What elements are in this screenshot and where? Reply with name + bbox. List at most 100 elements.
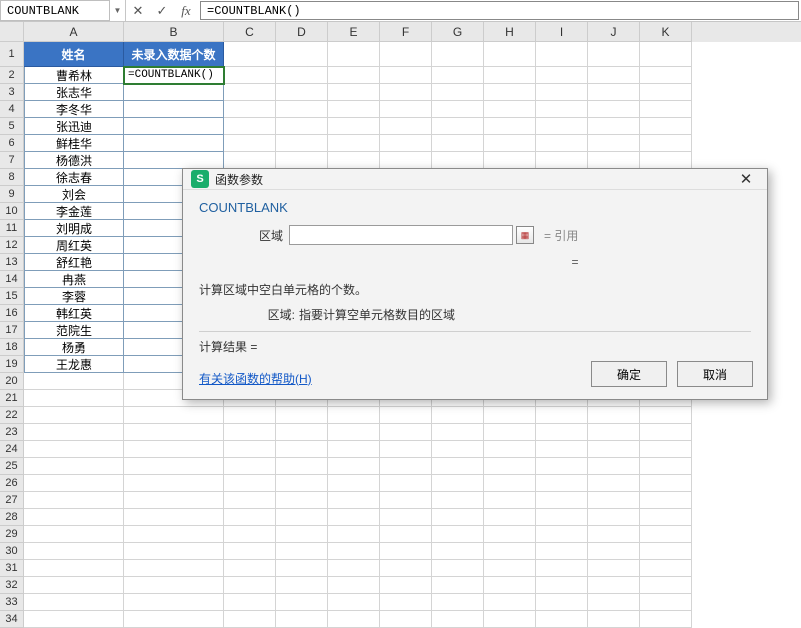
cell[interactable] [328,135,380,152]
cell[interactable] [276,67,328,84]
cell[interactable] [588,118,640,135]
name-box[interactable]: COUNTBLANK [0,0,110,21]
cell[interactable] [276,509,328,526]
column-header[interactable]: E [328,22,380,42]
cell[interactable] [484,67,536,84]
cell[interactable] [328,441,380,458]
cell[interactable]: 韩红英 [24,305,124,322]
cell[interactable] [536,543,588,560]
row-header[interactable]: 7 [0,152,24,169]
cell[interactable] [24,492,124,509]
column-header[interactable]: H [484,22,536,42]
row-header[interactable]: 31 [0,560,24,577]
cell[interactable] [380,135,432,152]
cell[interactable] [640,152,692,169]
cell[interactable] [640,611,692,628]
cell[interactable] [276,492,328,509]
row-header[interactable]: 33 [0,594,24,611]
row-header[interactable]: 20 [0,373,24,390]
cell[interactable] [432,594,484,611]
cell[interactable] [276,611,328,628]
cell[interactable] [124,594,224,611]
cell[interactable] [328,424,380,441]
row-header[interactable]: 30 [0,543,24,560]
cell[interactable] [432,152,484,169]
cell[interactable] [484,509,536,526]
row-header[interactable]: 21 [0,390,24,407]
cell[interactable] [24,424,124,441]
cell[interactable] [484,458,536,475]
cell[interactable] [588,594,640,611]
cell[interactable] [588,101,640,118]
cell[interactable]: 姓名 [24,42,124,67]
cell[interactable] [640,84,692,101]
cell[interactable] [380,407,432,424]
help-link[interactable]: 有关该函数的帮助(H) [199,370,312,387]
cell[interactable] [640,407,692,424]
cell[interactable] [536,594,588,611]
row-header[interactable]: 29 [0,526,24,543]
cell[interactable] [276,101,328,118]
row-header[interactable]: 2 [0,67,24,84]
cell[interactable] [224,560,276,577]
cell[interactable] [224,475,276,492]
cell[interactable] [588,577,640,594]
cell[interactable] [536,424,588,441]
row-header[interactable]: 6 [0,135,24,152]
cell[interactable] [328,84,380,101]
row-header[interactable]: 5 [0,118,24,135]
cell[interactable] [276,135,328,152]
cell[interactable]: 刘明成 [24,220,124,237]
cell[interactable] [276,118,328,135]
row-header[interactable]: 9 [0,186,24,203]
cell[interactable]: 杨勇 [24,339,124,356]
cell[interactable] [124,560,224,577]
cell[interactable] [124,492,224,509]
cell[interactable] [536,441,588,458]
cell[interactable] [380,458,432,475]
column-header[interactable]: A [24,22,124,42]
cell[interactable] [224,492,276,509]
cell[interactable] [328,152,380,169]
row-header[interactable]: 34 [0,611,24,628]
cell[interactable] [24,441,124,458]
row-header[interactable]: 11 [0,220,24,237]
cell[interactable] [432,560,484,577]
cell[interactable] [536,118,588,135]
cell[interactable] [484,84,536,101]
cell[interactable] [24,611,124,628]
cell[interactable] [640,441,692,458]
row-header[interactable]: 4 [0,101,24,118]
cell[interactable] [484,135,536,152]
column-header[interactable]: I [536,22,588,42]
cell[interactable] [536,67,588,84]
cell[interactable] [328,560,380,577]
cell[interactable] [276,84,328,101]
cell[interactable] [224,84,276,101]
cell[interactable] [380,67,432,84]
cell[interactable] [380,560,432,577]
cell[interactable] [588,611,640,628]
cell[interactable] [276,577,328,594]
cell[interactable] [432,424,484,441]
cell[interactable]: 曹希林 [24,67,124,84]
row-header[interactable]: 15 [0,288,24,305]
cell[interactable] [536,152,588,169]
cell[interactable] [24,526,124,543]
cell[interactable] [276,526,328,543]
cell[interactable]: 杨德洪 [24,152,124,169]
row-header[interactable]: 22 [0,407,24,424]
cell[interactable]: 冉燕 [24,271,124,288]
cell[interactable] [588,475,640,492]
cell[interactable]: 李蓉 [24,288,124,305]
cell[interactable]: 王龙惠 [24,356,124,373]
cell[interactable] [640,526,692,543]
cell[interactable] [276,42,328,67]
cell[interactable] [484,611,536,628]
cell[interactable] [432,407,484,424]
cell[interactable] [24,390,124,407]
cell[interactable] [588,67,640,84]
cell[interactable] [380,118,432,135]
cell[interactable] [536,577,588,594]
cancel-button[interactable]: 取消 [677,361,753,387]
